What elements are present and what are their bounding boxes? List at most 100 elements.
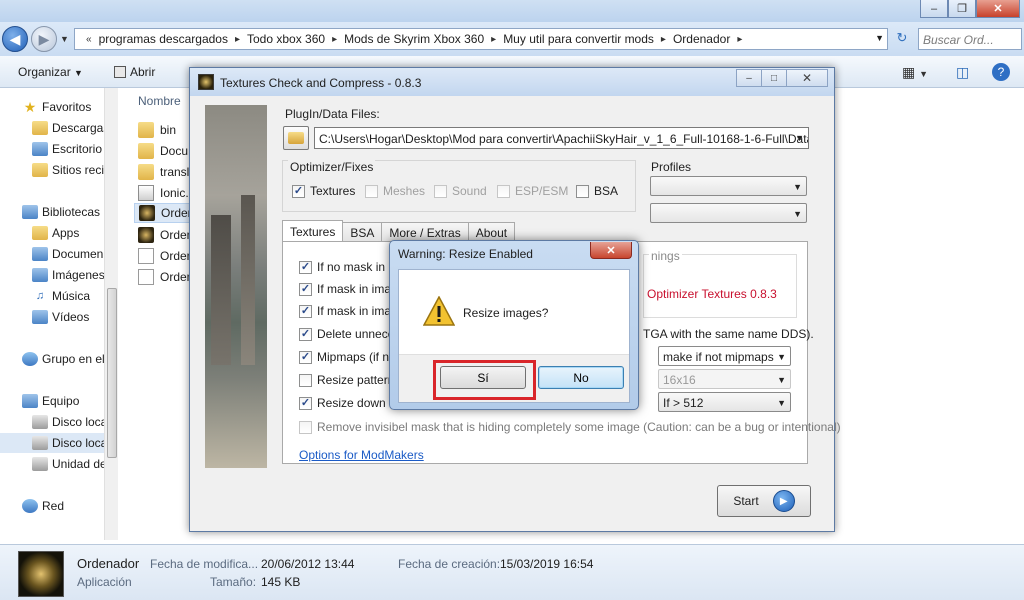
column-header-name[interactable]: Nombre bbox=[138, 94, 181, 108]
meshes-checkbox[interactable]: Meshes bbox=[365, 184, 425, 198]
nav-drive-item-selected[interactable]: Disco loca bbox=[0, 433, 116, 453]
tab-strip: Textures BSA More / Extras About bbox=[282, 220, 516, 242]
nav-favorites-item[interactable]: Descargas bbox=[32, 121, 109, 135]
documents-icon bbox=[32, 247, 48, 261]
checkbox-box: ✓ bbox=[299, 282, 312, 296]
checkbox-box: ✓ bbox=[299, 304, 312, 318]
nav-homegroup[interactable]: Grupo en el bbox=[22, 352, 105, 366]
option-resize-down[interactable]: ✓ Resize down (re bbox=[299, 396, 404, 410]
yes-button-highlight bbox=[433, 360, 536, 400]
list-item[interactable]: Orden bbox=[138, 225, 192, 245]
nav-network[interactable]: Red bbox=[22, 499, 64, 513]
back-arrow-icon[interactable]: ◀ bbox=[2, 26, 28, 52]
open-label: Abrir bbox=[130, 65, 156, 79]
nav-computer[interactable]: Equipo bbox=[22, 394, 79, 408]
breadcrumb-item[interactable]: Ordenador bbox=[673, 32, 730, 46]
textures-checkbox[interactable]: ✓ Textures bbox=[292, 184, 355, 198]
esp-esm-checkbox[interactable]: ESP/ESM bbox=[497, 184, 568, 198]
checkbox-box: ✓ bbox=[299, 396, 312, 410]
nav-favorites-item[interactable]: Escritorio bbox=[32, 142, 102, 156]
nav-scrollbar[interactable] bbox=[104, 88, 118, 540]
tab-textures[interactable]: Textures bbox=[282, 220, 344, 242]
list-item[interactable]: transl bbox=[138, 162, 189, 182]
breadcrumb-item[interactable]: Muy util para convertir mods bbox=[503, 32, 654, 46]
play-arrow-icon: ▶ bbox=[772, 490, 795, 512]
nav-library-item[interactable]: Vídeos bbox=[32, 310, 89, 324]
nav-library-item[interactable]: Imágenes bbox=[32, 268, 105, 282]
address-bar[interactable]: « programas descargados ▸ Todo xbox 360 … bbox=[74, 28, 888, 50]
breadcrumb-item[interactable]: Mods de Skyrim Xbox 360 bbox=[344, 32, 484, 46]
list-item[interactable]: Orden bbox=[138, 267, 192, 287]
open-button[interactable]: Abrir bbox=[114, 65, 155, 79]
select-value: make if not mipmaps bbox=[663, 350, 774, 364]
dll-file-icon bbox=[138, 185, 154, 201]
minimize-icon[interactable]: – bbox=[736, 69, 762, 87]
checkbox-label: Sound bbox=[452, 184, 487, 198]
nav-drive-item[interactable]: Unidad de bbox=[32, 457, 107, 471]
tab-bsa[interactable]: BSA bbox=[342, 222, 383, 242]
dialog-message: Resize images? bbox=[463, 306, 549, 320]
option-label: Remove invisibel mask that is hiding com… bbox=[317, 420, 841, 434]
modmakers-options-link[interactable]: Options for ModMakers bbox=[299, 448, 424, 462]
list-item[interactable]: Ionic. bbox=[138, 183, 189, 203]
nav-library-item[interactable]: ♫ Música bbox=[32, 289, 90, 303]
nav-label: Grupo en el bbox=[42, 352, 105, 366]
browse-folder-button[interactable] bbox=[283, 126, 309, 150]
bsa-checkbox[interactable]: BSA bbox=[576, 184, 618, 198]
path-select[interactable]: C:\Users\Hogar\Desktop\Mod para converti… bbox=[314, 127, 809, 149]
nav-library-item[interactable]: Apps bbox=[32, 226, 79, 240]
resize-threshold-select[interactable]: If > 512 ▼ bbox=[658, 392, 791, 412]
maximize-icon[interactable]: ❐ bbox=[948, 0, 976, 18]
nav-libraries[interactable]: Bibliotecas bbox=[22, 205, 100, 219]
search-input[interactable]: Buscar Ord... bbox=[918, 28, 1022, 50]
pattern-size-select[interactable]: 16x16 ▼ bbox=[658, 369, 791, 389]
profiles-select[interactable]: ▼ bbox=[650, 176, 807, 196]
list-item[interactable]: bin bbox=[138, 120, 176, 140]
breadcrumb-item[interactable]: Todo xbox 360 bbox=[247, 32, 325, 46]
minimize-icon[interactable]: – bbox=[920, 0, 948, 18]
view-options-icon[interactable]: ▦ ▼ bbox=[902, 64, 928, 81]
preview-pane-icon[interactable]: ◫ bbox=[956, 64, 969, 81]
chevron-right-icon: ▸ bbox=[660, 33, 666, 45]
refresh-icon[interactable]: ↻ bbox=[892, 30, 912, 48]
option-no-mask[interactable]: ✓ If no mask in im bbox=[299, 260, 401, 274]
select-value: 16x16 bbox=[663, 373, 696, 387]
maximize-icon[interactable]: □ bbox=[761, 69, 787, 87]
history-dropdown-icon[interactable]: ▼ bbox=[60, 34, 69, 44]
profiles-select-secondary[interactable]: ▼ bbox=[650, 203, 807, 223]
help-icon[interactable]: ? bbox=[992, 63, 1010, 81]
nav-label: Sitios reci bbox=[52, 163, 105, 177]
tab-more-extras[interactable]: More / Extras bbox=[381, 222, 469, 242]
option-remove-invisible-mask[interactable]: Remove invisibel mask that is hiding com… bbox=[299, 420, 841, 434]
no-button[interactable]: No bbox=[538, 366, 624, 389]
file-name: transl bbox=[160, 165, 190, 179]
option-delete-unnecessary[interactable]: ✓ Delete unneces bbox=[299, 327, 400, 341]
scrollbar-thumb[interactable] bbox=[107, 288, 117, 458]
forward-arrow-icon[interactable]: ▶ bbox=[31, 26, 57, 52]
list-item[interactable]: Orden bbox=[138, 246, 192, 266]
close-icon[interactable]: ✕ bbox=[976, 0, 1020, 18]
option-mipmaps[interactable]: ✓ Mipmaps (if not bbox=[299, 350, 399, 364]
tab-about[interactable]: About bbox=[467, 222, 516, 242]
close-icon[interactable]: ✕ bbox=[590, 242, 632, 259]
file-name: Docu bbox=[160, 144, 189, 158]
option-resize-patterns[interactable]: Resize patterns bbox=[299, 373, 400, 387]
nav-drive-item[interactable]: Disco loca bbox=[32, 415, 107, 429]
music-icon: ♫ bbox=[35, 290, 45, 302]
nav-label: Vídeos bbox=[52, 310, 90, 324]
start-button[interactable]: Start ▶ bbox=[717, 485, 811, 517]
checkbox-label: BSA bbox=[594, 184, 619, 198]
breadcrumb-item[interactable]: programas descargados bbox=[99, 32, 228, 46]
app-title: Textures Check and Compress - 0.8.3 bbox=[220, 76, 422, 90]
organize-menu[interactable]: Organizar ▼ bbox=[18, 65, 83, 79]
nav-favorites-item[interactable]: Sitios reci bbox=[32, 163, 104, 177]
nav-favorites[interactable]: ★ Favoritos bbox=[22, 100, 92, 114]
file-name: Orden bbox=[160, 228, 192, 242]
address-dropdown-icon[interactable]: ▼ bbox=[875, 33, 884, 43]
list-item[interactable]: Docu bbox=[138, 141, 188, 161]
sound-checkbox[interactable]: Sound bbox=[434, 184, 487, 198]
mipmaps-select[interactable]: make if not mipmaps ▼ bbox=[658, 346, 791, 366]
close-icon[interactable]: ✕ bbox=[786, 69, 828, 87]
list-item-selected[interactable]: Orden bbox=[134, 203, 192, 223]
nav-library-item[interactable]: Documen bbox=[32, 247, 103, 261]
